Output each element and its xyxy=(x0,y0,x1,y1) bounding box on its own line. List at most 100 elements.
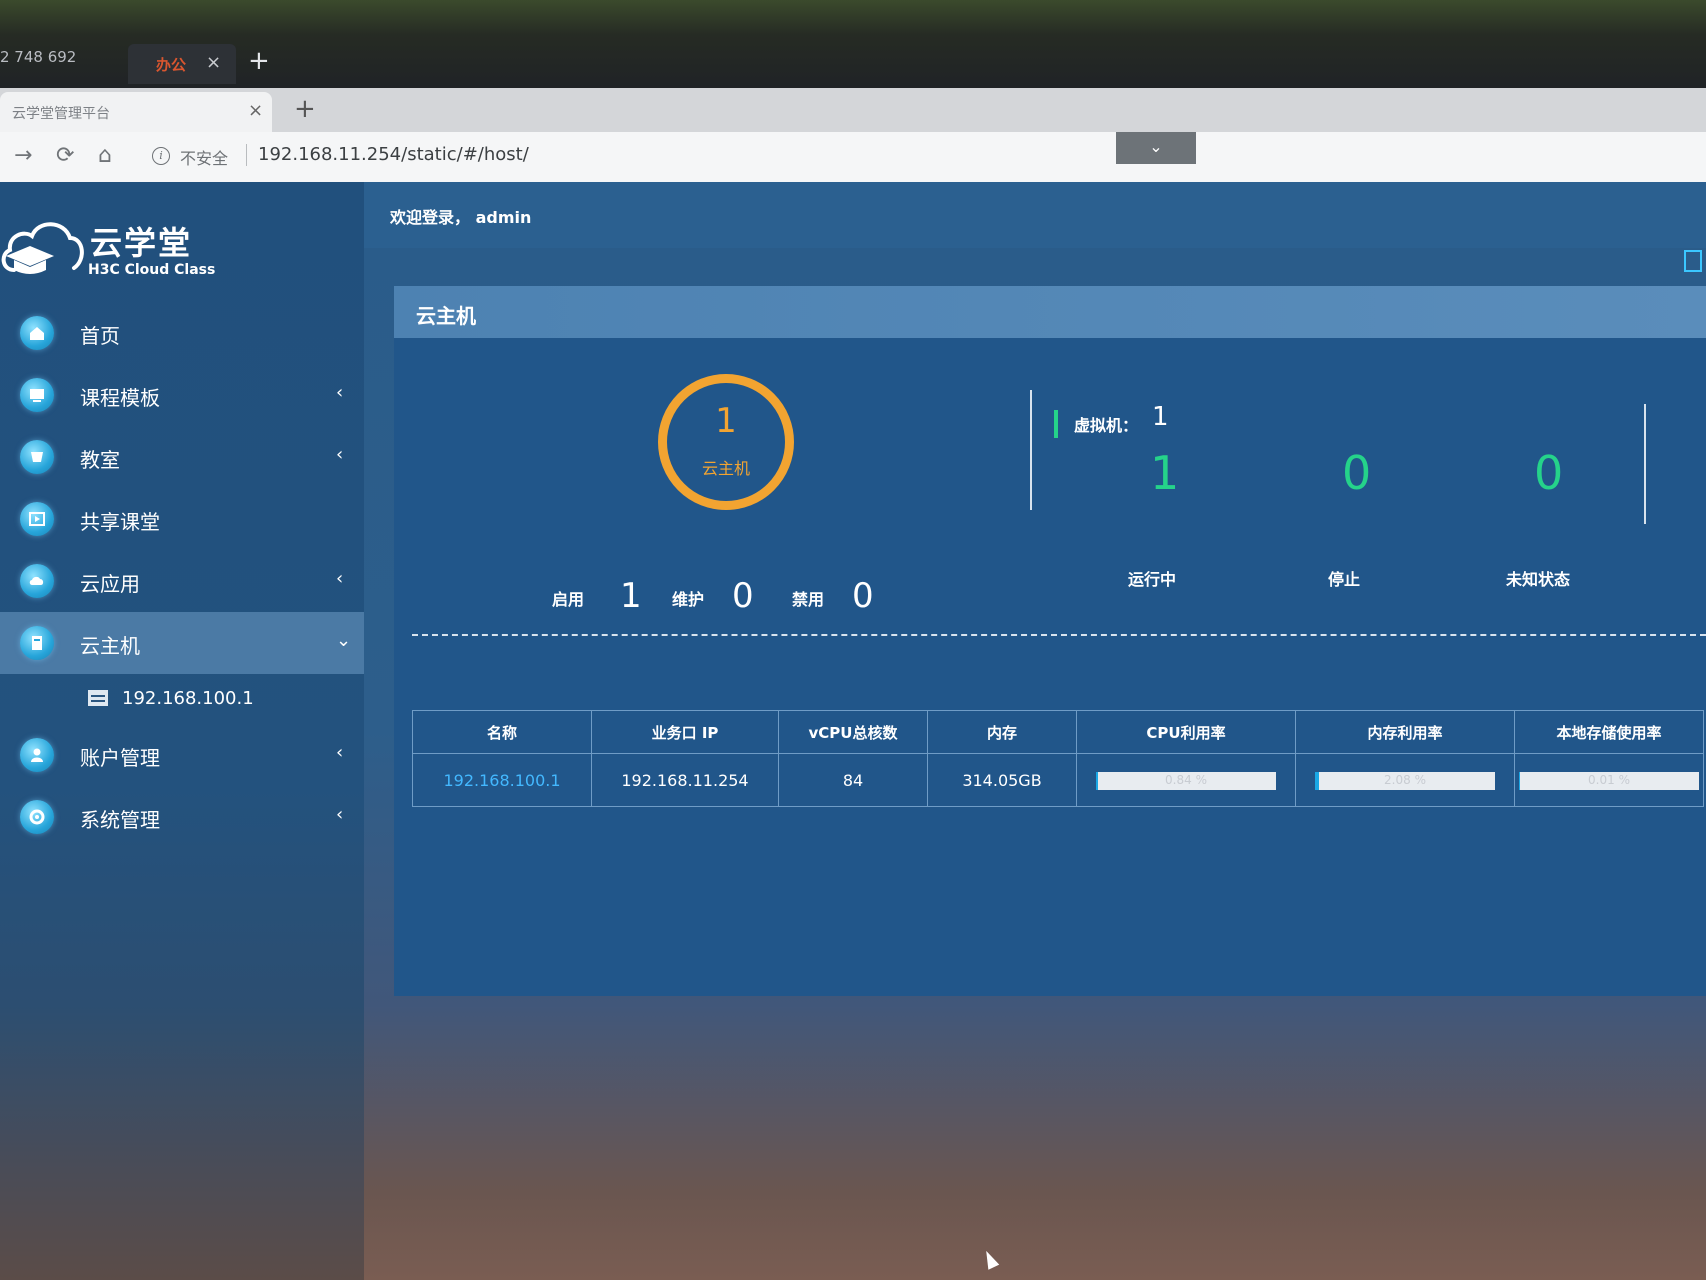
storage-usage-cell: 0.01 % xyxy=(1514,753,1704,807)
host-status-row: 启用 1 维护 0 禁用 0 xyxy=(552,576,912,616)
home-nav-icon[interactable]: ⌂ xyxy=(98,144,112,168)
reload-icon[interactable]: ⟳ xyxy=(56,144,74,168)
dropdown-chevron-icon[interactable]: ⌄ xyxy=(1116,132,1196,164)
enabled-label: 启用 xyxy=(552,590,585,609)
panel-header: 云主机 xyxy=(394,286,1706,338)
cloud-logo-icon xyxy=(1,222,84,274)
storage-usage-bar: 0.01 % xyxy=(1519,771,1699,790)
disabled-value: 0 xyxy=(852,576,874,616)
column-header[interactable]: 本地存储使用率 xyxy=(1514,710,1704,754)
host-count-value: 1 xyxy=(715,401,737,441)
classroom-icon xyxy=(20,440,54,474)
welcome-text: 欢迎登录， admin xyxy=(390,208,532,227)
vm-stopped-label: 停止 xyxy=(1328,570,1361,589)
host-count-label: 云主机 xyxy=(701,459,750,478)
sidebar-item-label: 课程模板 xyxy=(80,386,160,410)
chevron-left-icon: ‹ xyxy=(336,444,344,465)
mem-usage-cell: 2.08 % xyxy=(1295,753,1515,807)
cloud-app-icon xyxy=(20,564,54,598)
share-icon xyxy=(20,502,54,536)
logo-title: 云学堂 xyxy=(90,224,193,262)
column-header[interactable]: CPU利用率 xyxy=(1076,710,1296,754)
vm-unknown-label: 未知状态 xyxy=(1506,570,1571,589)
disabled-label: 禁用 xyxy=(792,590,825,609)
column-header[interactable]: 内存利用率 xyxy=(1295,710,1515,754)
vm-label: 虚拟机： xyxy=(1074,416,1139,435)
host-ip-cell: 192.168.11.254 xyxy=(591,753,779,807)
mem-usage-bar: 2.08 % xyxy=(1315,771,1495,790)
logo-subtitle: H3C Cloud Class xyxy=(88,262,216,278)
table-header-row: 名称 业务口 IP vCPU总核数 内存 CPU利用率 内存利用率 本地存储使用… xyxy=(412,710,1704,754)
browser-tab[interactable]: 云学堂管理平台 × xyxy=(0,92,272,132)
sidebar-subitem-label: 192.168.100.1 xyxy=(122,688,254,709)
sidebar-item-cloud-host[interactable]: 云主机 ⌄ xyxy=(0,612,364,674)
sidebar-item-label: 云主机 xyxy=(80,634,140,658)
host-name-link[interactable]: 192.168.100.1 xyxy=(412,753,592,807)
sidebar-item-label: 教室 xyxy=(80,448,120,472)
cpu-usage-cell: 0.84 % xyxy=(1076,753,1296,807)
url-input[interactable]: 192.168.11.254/static/#/host/ xyxy=(258,144,529,165)
account-icon xyxy=(20,738,54,772)
column-header[interactable]: 名称 xyxy=(412,710,592,754)
cpu-usage-text: 0.84 % xyxy=(1165,772,1207,787)
divider-right xyxy=(1644,404,1646,524)
browser-tab-close-icon[interactable]: × xyxy=(248,100,263,121)
cloud-host-panel: 云主机 1 云主机 启用 1 维护 0 禁用 0 虚拟机： 1 1 0 0 运行… xyxy=(394,286,1706,996)
outer-tab-office[interactable]: 办公 × xyxy=(128,44,236,84)
header-bar: 欢迎登录， admin xyxy=(364,182,1706,248)
sidebar-subitem-host[interactable]: 192.168.100.1 xyxy=(0,674,364,724)
outer-tab-strip: 2 748 692 办公 × + xyxy=(0,0,1706,88)
vm-unknown-value: 0 xyxy=(1534,446,1564,500)
browser-tab-title: 云学堂管理平台 xyxy=(12,106,110,122)
sidebar-item-shared-class[interactable]: 共享课堂 xyxy=(0,488,364,550)
address-separator xyxy=(246,144,247,166)
column-header[interactable]: vCPU总核数 xyxy=(778,710,928,754)
column-header[interactable]: 业务口 IP xyxy=(591,710,779,754)
settings-icon xyxy=(20,800,54,834)
sidebar-item-label: 共享课堂 xyxy=(80,510,160,534)
address-bar: → ⟳ ⌂ i 不安全 192.168.11.254/static/#/host… xyxy=(0,132,1706,183)
sidebar-item-classroom[interactable]: 教室 ‹ xyxy=(0,426,364,488)
enabled-value: 1 xyxy=(620,576,642,616)
home-icon xyxy=(20,316,54,350)
sidebar-item-system[interactable]: 系统管理 ‹ xyxy=(0,786,364,848)
cpu-usage-bar: 0.84 % xyxy=(1096,771,1276,790)
sidebar-item-label: 云应用 xyxy=(80,572,140,596)
sidebar-item-cloud-app[interactable]: 云应用 ‹ xyxy=(0,550,364,612)
maintenance-label: 维护 xyxy=(672,590,705,609)
vm-marker xyxy=(1054,410,1058,438)
template-icon xyxy=(20,378,54,412)
host-count-ring: 1 云主机 xyxy=(658,374,794,510)
browser-new-tab-button[interactable]: + xyxy=(294,94,316,124)
vm-running-value: 1 xyxy=(1150,446,1180,500)
table-row: 192.168.100.1 192.168.11.254 84 314.05GB… xyxy=(412,753,1704,807)
storage-usage-text: 0.01 % xyxy=(1588,772,1630,787)
memory-cell: 314.05GB xyxy=(927,753,1077,807)
insecure-label[interactable]: 不安全 xyxy=(180,145,228,169)
dashed-divider xyxy=(412,634,1706,636)
column-header[interactable]: 内存 xyxy=(927,710,1077,754)
mem-usage-text: 2.08 % xyxy=(1384,772,1426,787)
main-content: 欢迎登录， admin 云主机 1 云主机 启用 1 维护 0 禁用 0 虚拟机… xyxy=(364,182,1706,1280)
host-name-text[interactable]: 192.168.100.1 xyxy=(443,771,560,790)
panel-title: 云主机 xyxy=(416,304,476,328)
expand-icon[interactable] xyxy=(1684,250,1702,272)
chevron-left-icon: ‹ xyxy=(336,804,344,825)
vm-total-value: 1 xyxy=(1152,402,1169,432)
maintenance-value: 0 xyxy=(732,576,754,616)
outer-counter: 2 748 692 xyxy=(0,48,77,66)
logo: 云学堂 H3C Cloud Class xyxy=(0,212,360,292)
sidebar-item-course-template[interactable]: 课程模板 ‹ xyxy=(0,364,364,426)
outer-tab-close-icon[interactable]: × xyxy=(206,52,221,73)
info-icon[interactable]: i xyxy=(152,147,170,165)
forward-icon[interactable]: → xyxy=(14,144,32,168)
sidebar-item-label: 账户管理 xyxy=(80,746,160,770)
chevron-left-icon: ‹ xyxy=(336,382,344,403)
sidebar: 云学堂 H3C Cloud Class 首页 课程模板 ‹ 教室 ‹ 共享课堂 … xyxy=(0,182,364,1280)
outer-new-tab-button[interactable]: + xyxy=(248,48,270,74)
sidebar-item-account[interactable]: 账户管理 ‹ xyxy=(0,724,364,786)
server-icon xyxy=(88,690,108,706)
sidebar-menu: 首页 课程模板 ‹ 教室 ‹ 共享课堂 云应用 ‹ 云主机 ⌄ 192.168.… xyxy=(0,302,364,848)
sidebar-item-home[interactable]: 首页 xyxy=(0,302,364,364)
chevron-left-icon: ‹ xyxy=(336,568,344,589)
